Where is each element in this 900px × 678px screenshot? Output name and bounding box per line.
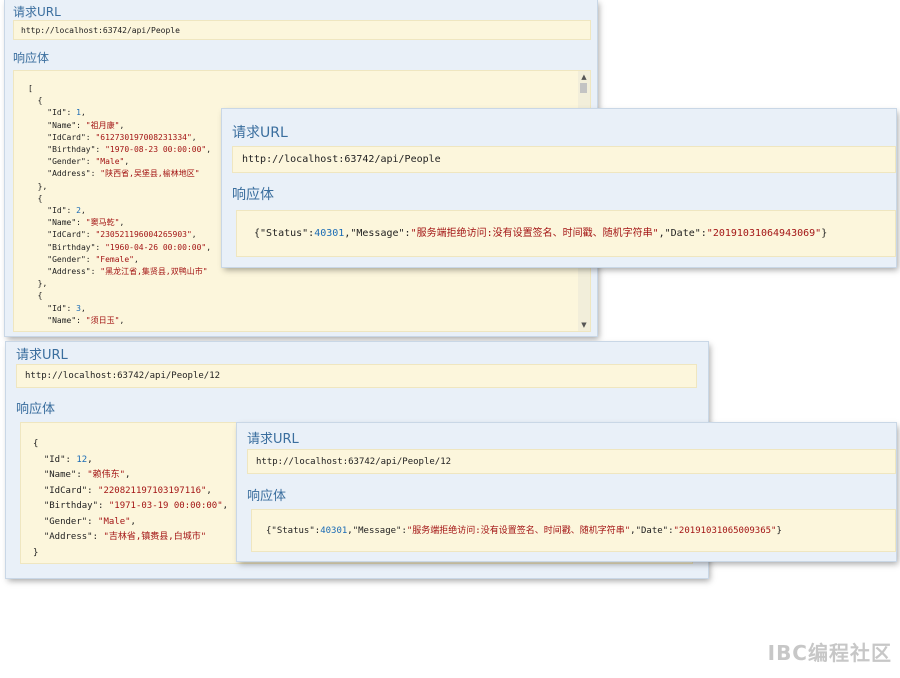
request-url-label: 请求URL (232, 125, 288, 141)
code-line: "Id": 2, (28, 206, 86, 216)
request-url-field[interactable]: http://localhost:63742/api/People/12 (247, 449, 896, 474)
code-line: { (28, 96, 43, 106)
code-line: "Name": "祖月康", (28, 120, 125, 130)
code-line: "Gender": "Male", (33, 516, 136, 527)
code-line: "Address": "陕西省,吴堡县,榆林地区" (28, 169, 200, 179)
code-line: {"Status":40301,"Message":"服务端拒绝访问:没有设置签… (254, 228, 828, 239)
code-line: "Id": 12, (33, 454, 93, 465)
response-code: {"Status":40301,"Message":"服务端拒绝访问:没有设置签… (266, 524, 782, 538)
code-line: "IdCard": "612730197008231334", (28, 132, 197, 142)
scroll-down-icon[interactable]: ▼ (580, 321, 588, 329)
panel-person-detail-denied: 请求URL http://localhost:63742/api/People/… (237, 423, 896, 561)
code-line: }, (28, 279, 48, 289)
scroll-up-icon[interactable]: ▲ (580, 73, 588, 81)
code-line: {"Status":40301,"Message":"服务端拒绝访问:没有设置签… (266, 526, 782, 536)
code-line: "Address": "吉林省,镇赉县,白城市" (33, 532, 207, 542)
response-body-label: 响应体 (232, 187, 274, 203)
code-line: "Gender": "Female", (28, 254, 139, 264)
panel-people-list-denied: 请求URL http://localhost:63742/api/People … (222, 109, 896, 267)
request-url-label: 请求URL (247, 432, 299, 447)
response-body-label: 响应体 (16, 402, 56, 417)
code-line: "Name": "窦马乾", (28, 218, 125, 228)
response-code: {"Status":40301,"Message":"服务端拒绝访问:没有设置签… (254, 226, 827, 241)
response-body-label: 响应体 (247, 489, 287, 504)
response-body-box: {"Status":40301,"Message":"服务端拒绝访问:没有设置签… (236, 210, 896, 257)
request-url-field[interactable]: http://localhost:63742/api/People/12 (16, 364, 697, 388)
code-line: "Id": 1, (28, 108, 86, 118)
code-line: "Id": 3, (28, 303, 86, 313)
scroll-thumb[interactable] (580, 83, 587, 93)
watermark-logo: IBC编程社区 (767, 641, 892, 665)
code-line: "Birthday": "1971-03-19 00:00:00", (33, 501, 229, 511)
code-line: "IdCard": "220821197103197116", (33, 485, 212, 496)
code-line: "Gender": "Male", (28, 157, 130, 167)
response-body-label: 响应体 (13, 51, 50, 65)
request-url-field[interactable]: http://localhost:63742/api/People (232, 146, 896, 173)
code-line: "Name": "须日玉", (28, 315, 125, 325)
code-line: { (33, 439, 39, 449)
request-url-label: 请求URL (16, 348, 68, 363)
code-line: "IdCard": "230521196004265903", (28, 230, 197, 240)
code-line: "Birthday": "1960-04-26 00:00:00", (28, 242, 212, 252)
code-line: { (28, 291, 43, 301)
request-url-field[interactable]: http://localhost:63742/api/People (13, 20, 591, 40)
response-code: { "Id": 12, "Name": "赖伟东", "IdCard": "22… (33, 437, 228, 561)
code-line: "Name": "赖伟东", (33, 470, 131, 480)
request-url-label: 请求URL (13, 5, 61, 19)
code-line: } (33, 547, 39, 558)
response-body-box: {"Status":40301,"Message":"服务端拒绝访问:没有设置签… (251, 509, 896, 552)
code-line: }, (28, 181, 48, 191)
code-line: { (28, 193, 43, 203)
code-line: "Birthday": "1970-08-23 00:00:00", (28, 145, 212, 155)
code-line: "Address": "黑龙江省,集贤县,双鸭山市" (28, 267, 208, 277)
code-line: [ (28, 84, 33, 93)
response-code: [ { "Id": 1, "Name": "祖月康", "IdCard": "6… (28, 83, 211, 327)
